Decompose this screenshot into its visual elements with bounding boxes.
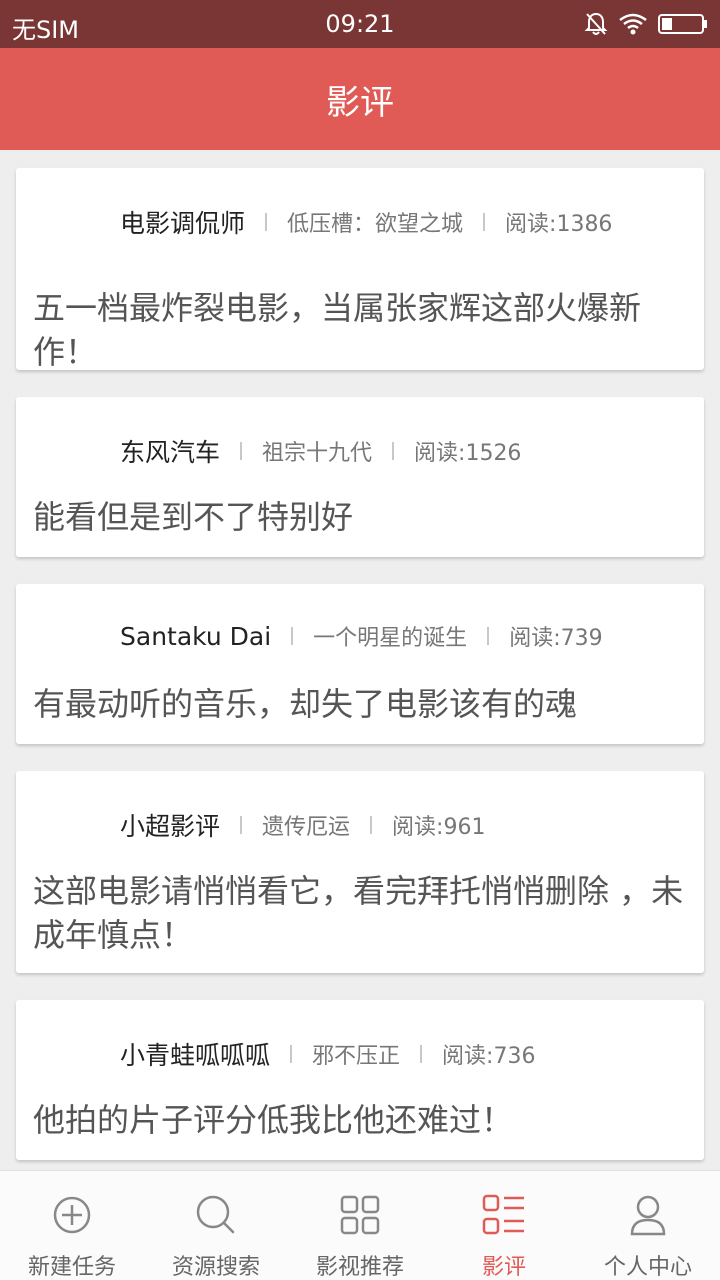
review-title: 能看但是到不了特别好 [33,498,354,536]
list-icon [482,1191,526,1239]
review-movie: 邪不压正 [312,1044,401,1069]
review-title: 有最动听的音乐，却失了电影该有的魂 [33,685,578,723]
user-icon [628,1191,668,1239]
divider [392,442,395,460]
review-card[interactable]: 小超影评 遗传厄运 阅读:961 这部电影请悄悄看它，看完拜托悄悄删除 ，未成年… [16,771,704,973]
nav-label: 新建任务 [27,1255,116,1280]
review-read-count: 阅读:739 [509,626,603,651]
review-card[interactable]: Santaku Dai 一个明星的诞生 阅读:739 有最动听的音乐，却失了电影… [16,584,704,744]
search-icon [195,1191,237,1239]
status-bar: 无SIM 09:21 [0,0,720,48]
nav-profile[interactable]: 个人中心 [576,1171,720,1280]
divider [370,816,373,834]
review-author: 东风汽车 [120,438,221,467]
bottom-nav: 新建任务 资源搜索 影视推荐 影评 个人中心 [0,1170,720,1280]
app-bar: 影评 [0,48,720,150]
nav-label: 影评 [481,1255,526,1280]
wifi-icon [618,12,648,36]
divider [240,816,243,834]
divider [420,1045,423,1063]
review-title: 五一档最炸裂电影，当属张家辉这部火爆新作！ [33,289,642,371]
review-read-count: 阅读:961 [392,815,486,840]
grid-icon [340,1191,380,1239]
divider [483,213,486,231]
nav-resource-search[interactable]: 资源搜索 [144,1171,288,1280]
nav-new-task[interactable]: 新建任务 [0,1171,144,1280]
review-author: Santaku Dai [120,621,272,651]
nav-label: 资源搜索 [171,1255,260,1280]
divider [265,213,268,231]
review-meta: 小青蛙呱呱呱 邪不压正 阅读:736 [120,1034,535,1074]
review-list[interactable]: 电影调侃师 低压槽：欲望之城 阅读:1386 五一档最炸裂电影，当属张家辉这部火… [0,150,720,1170]
divider [291,627,294,645]
review-meta: Santaku Dai 一个明星的诞生 阅读:739 [120,616,603,656]
divider [290,1045,293,1063]
review-card[interactable]: 小青蛙呱呱呱 邪不压正 阅读:736 他拍的片子评分低我比他还难过！ [16,1000,704,1160]
review-card[interactable]: 东风汽车 祖宗十九代 阅读:1526 能看但是到不了特别好 [16,397,704,557]
review-author: 小超影评 [120,812,221,841]
review-card[interactable]: 电影调侃师 低压槽：欲望之城 阅读:1386 五一档最炸裂电影，当属张家辉这部火… [16,168,704,371]
bell-muted-icon [584,11,608,37]
review-author: 小青蛙呱呱呱 [120,1041,271,1070]
nav-reviews[interactable]: 影评 [432,1171,576,1280]
review-meta: 东风汽车 祖宗十九代 阅读:1526 [120,431,521,471]
review-movie: 低压槽：欲望之城 [287,212,464,237]
review-read-count: 阅读:1526 [414,441,522,466]
status-icons [584,10,708,38]
review-movie: 遗传厄运 [262,815,351,840]
review-meta: 电影调侃师 低压槽：欲望之城 阅读:1386 [120,202,612,242]
nav-label: 影视推荐 [315,1255,404,1280]
review-movie: 一个明星的诞生 [313,626,468,651]
nav-label: 个人中心 [603,1255,692,1280]
battery-icon [658,13,708,35]
divider [240,442,243,460]
review-title: 这部电影请悄悄看它，看完拜托悄悄删除 ，未成年慎点！ [33,872,684,954]
review-read-count: 阅读:736 [442,1044,536,1069]
review-meta: 小超影评 遗传厄运 阅读:961 [120,805,485,845]
review-movie: 祖宗十九代 [262,441,373,466]
plus-circle-icon [52,1191,92,1239]
review-author: 电影调侃师 [120,209,246,238]
nav-recommend[interactable]: 影视推荐 [288,1171,432,1280]
review-read-count: 阅读:1386 [505,212,613,237]
page-title: 影评 [326,82,394,123]
divider [487,627,490,645]
review-title: 他拍的片子评分低我比他还难过！ [33,1101,514,1139]
